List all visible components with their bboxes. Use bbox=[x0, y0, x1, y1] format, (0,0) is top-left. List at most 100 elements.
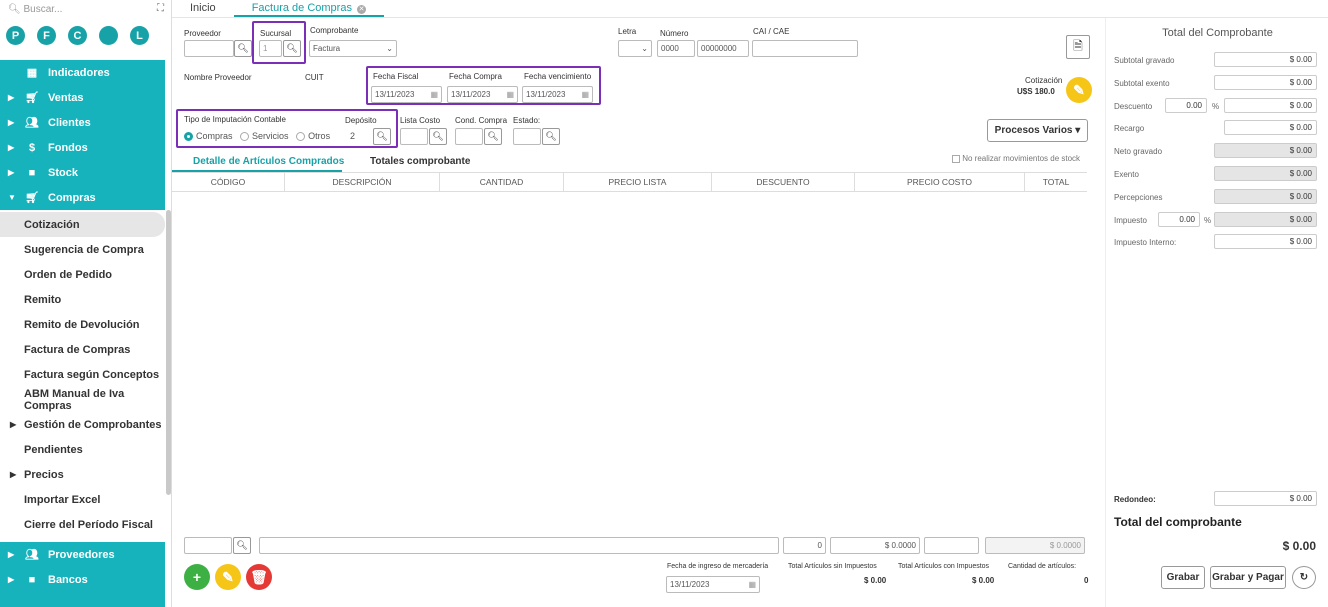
quick-f-button[interactable]: F bbox=[37, 26, 56, 45]
menu-remito-devolucion[interactable]: Remito de Devolución bbox=[0, 312, 165, 337]
descripcion-entry-input[interactable] bbox=[259, 537, 779, 554]
menu-cierre-periodo[interactable]: Cierre del Período Fiscal bbox=[0, 512, 165, 537]
add-item-button[interactable]: + bbox=[184, 564, 210, 590]
impuesto-interno-label: Impuesto Interno: bbox=[1114, 238, 1177, 247]
grabar-pagar-button[interactable]: Grabar y Pagar bbox=[1210, 566, 1286, 589]
col-precio-costo[interactable]: PRECIO COSTO bbox=[855, 173, 1025, 191]
menu-gestion-comprobantes[interactable]: ▶ Gestión de Comprobantes bbox=[0, 412, 165, 437]
comprobante-select[interactable]: Factura ⌄ bbox=[309, 40, 397, 57]
tab-inicio[interactable]: Inicio bbox=[172, 0, 234, 17]
search-icon[interactable]: 🔍︎ bbox=[429, 128, 447, 145]
subtotal-exento-value[interactable]: $ 0.00 bbox=[1214, 75, 1317, 90]
subtotal-gravado-value[interactable]: $ 0.00 bbox=[1214, 52, 1317, 67]
menu-factura-compras[interactable]: Factura de Compras bbox=[0, 337, 165, 362]
letra-select[interactable]: ⌄ bbox=[618, 40, 652, 57]
search-icon[interactable]: 🔍︎ bbox=[484, 128, 502, 145]
menu-orden-pedido[interactable]: Orden de Pedido bbox=[0, 262, 165, 287]
cond-compra-input[interactable] bbox=[455, 128, 483, 145]
sucursal-label: Sucursal bbox=[260, 29, 292, 38]
search-icon[interactable]: 🔍︎ bbox=[373, 128, 391, 145]
quick-p-button[interactable]: P bbox=[6, 26, 25, 45]
otros-radio[interactable] bbox=[296, 132, 306, 142]
search-bar[interactable]: 🔍︎ Buscar... ⛶ bbox=[0, 0, 172, 18]
delete-item-button[interactable]: 🗑︎ bbox=[246, 564, 272, 590]
col-codigo[interactable]: CÓDIGO bbox=[172, 173, 285, 191]
col-descuento[interactable]: DESCUENTO bbox=[712, 173, 855, 191]
precio-entry-input[interactable]: $ 0.0000 bbox=[830, 537, 920, 554]
tab-factura-compras[interactable]: Factura de Compras ✕ bbox=[233, 0, 385, 17]
calendar-icon[interactable]: ▦ bbox=[506, 90, 514, 99]
menu-cotizacion[interactable]: Cotización bbox=[0, 212, 165, 237]
search-icon[interactable]: 🔍︎ bbox=[283, 40, 301, 57]
servicios-radio[interactable] bbox=[240, 132, 250, 142]
impuesto-pct-input[interactable]: 0.00 bbox=[1158, 212, 1200, 227]
menu-clientes[interactable]: ▶ 👥︎ Clientes bbox=[0, 110, 165, 135]
cantidad-entry-input[interactable]: 0 bbox=[783, 537, 826, 554]
numero-pto-input[interactable]: 0000 bbox=[657, 40, 695, 57]
menu-remito[interactable]: Remito bbox=[0, 287, 165, 312]
proveedor-input[interactable] bbox=[184, 40, 234, 57]
numero-input[interactable]: 00000000 bbox=[697, 40, 749, 57]
fecha-compra-input[interactable]: 13/11/2023 ▦ bbox=[447, 86, 518, 103]
menu-stock[interactable]: ▶ ■ Stock bbox=[0, 160, 165, 185]
fecha-venc-input[interactable]: 13/11/2023 ▦ bbox=[522, 86, 593, 103]
fecha-fiscal-input[interactable]: 13/11/2023 ▦ bbox=[371, 86, 442, 103]
quick-c-button[interactable]: C bbox=[68, 26, 87, 45]
checkbox-icon[interactable] bbox=[952, 154, 960, 163]
search-icon[interactable]: 🔍︎ bbox=[233, 537, 251, 554]
menu-importar-excel[interactable]: Importar Excel bbox=[0, 487, 165, 512]
calendar-icon[interactable]: ▦ bbox=[581, 90, 589, 99]
tab-totales[interactable]: Totales comprobante bbox=[370, 156, 470, 167]
descuento-pct-input[interactable]: 0.00 bbox=[1165, 98, 1207, 113]
menu-compras[interactable]: ▼ 🛒︎ Compras bbox=[0, 185, 165, 210]
menu-sugerencia[interactable]: Sugerencia de Compra bbox=[0, 237, 165, 262]
redondeo-label: Redondeo: bbox=[1114, 495, 1156, 504]
no-stock-checkbox[interactable]: No realizar movimientos de stock bbox=[952, 154, 1080, 163]
close-icon[interactable]: ✕ bbox=[357, 5, 367, 14]
document-icon[interactable]: 🗎 bbox=[1066, 35, 1090, 59]
impuesto-interno-value[interactable]: $ 0.00 bbox=[1214, 234, 1317, 249]
search-input[interactable]: Buscar... bbox=[23, 4, 62, 15]
col-precio-lista[interactable]: PRECIO LISTA bbox=[564, 173, 712, 191]
calendar-icon[interactable]: ▦ bbox=[748, 580, 756, 589]
codigo-entry-input[interactable] bbox=[184, 537, 232, 554]
col-total[interactable]: TOTAL bbox=[1025, 173, 1087, 191]
col-cantidad[interactable]: CANTIDAD bbox=[440, 173, 564, 191]
col-descripcion[interactable]: DESCRIPCIÓN bbox=[285, 173, 440, 191]
deposito-input[interactable]: 2 bbox=[350, 131, 355, 141]
cantidad-articulos-value: 0 bbox=[1084, 576, 1089, 585]
grabar-button[interactable]: Grabar bbox=[1161, 566, 1205, 589]
cart-icon: 🛒︎ bbox=[25, 192, 39, 204]
procesos-varios-button[interactable]: Procesos Varios ▾ bbox=[987, 119, 1088, 142]
menu-bancos[interactable]: ▶ ■ Bancos bbox=[0, 567, 165, 592]
menu-abm-iva[interactable]: ABM Manual de Iva Compras bbox=[0, 387, 165, 412]
sucursal-input[interactable]: 1 bbox=[259, 40, 282, 57]
edit-cotizacion-button[interactable]: ✎ bbox=[1066, 77, 1092, 103]
expand-icon[interactable]: ⛶ bbox=[157, 3, 164, 14]
descuento-entry-input[interactable] bbox=[924, 537, 979, 554]
fecha-ingreso-input[interactable]: 13/11/2023 ▦ bbox=[666, 576, 760, 593]
menu-ventas[interactable]: ▶ 🛒︎ Ventas bbox=[0, 85, 165, 110]
recargo-value[interactable]: $ 0.00 bbox=[1224, 120, 1317, 135]
cai-input[interactable] bbox=[752, 40, 858, 57]
lista-costo-input[interactable] bbox=[400, 128, 428, 145]
refresh-icon[interactable]: ↻ bbox=[1292, 566, 1316, 589]
compras-radio[interactable] bbox=[184, 132, 193, 142]
sidebar-scrollbar[interactable] bbox=[166, 210, 171, 495]
menu-pendientes[interactable]: Pendientes bbox=[0, 437, 165, 462]
descuento-value[interactable]: $ 0.00 bbox=[1224, 98, 1317, 113]
menu-indicadores[interactable]: ▦ Indicadores bbox=[0, 60, 165, 85]
menu-factura-conceptos[interactable]: Factura según Conceptos bbox=[0, 362, 165, 387]
menu-proveedores[interactable]: ▶ 👥︎ Proveedores bbox=[0, 542, 165, 567]
menu-precios[interactable]: ▶ Precios bbox=[0, 462, 165, 487]
tab-detalle-articulos[interactable]: Detalle de Artículos Comprados bbox=[193, 156, 344, 167]
search-icon[interactable]: 🔍︎ bbox=[234, 40, 252, 57]
calendar-icon[interactable]: ▦ bbox=[430, 90, 438, 99]
edit-item-button[interactable]: ✎ bbox=[215, 564, 241, 590]
quick-blank-button[interactable] bbox=[99, 26, 118, 45]
estado-input[interactable] bbox=[513, 128, 541, 145]
redondeo-value[interactable]: $ 0.00 bbox=[1214, 491, 1317, 506]
search-icon[interactable]: 🔍︎ bbox=[542, 128, 560, 145]
quick-l-button[interactable]: L bbox=[130, 26, 149, 45]
menu-fondos[interactable]: ▶ $ Fondos bbox=[0, 135, 165, 160]
